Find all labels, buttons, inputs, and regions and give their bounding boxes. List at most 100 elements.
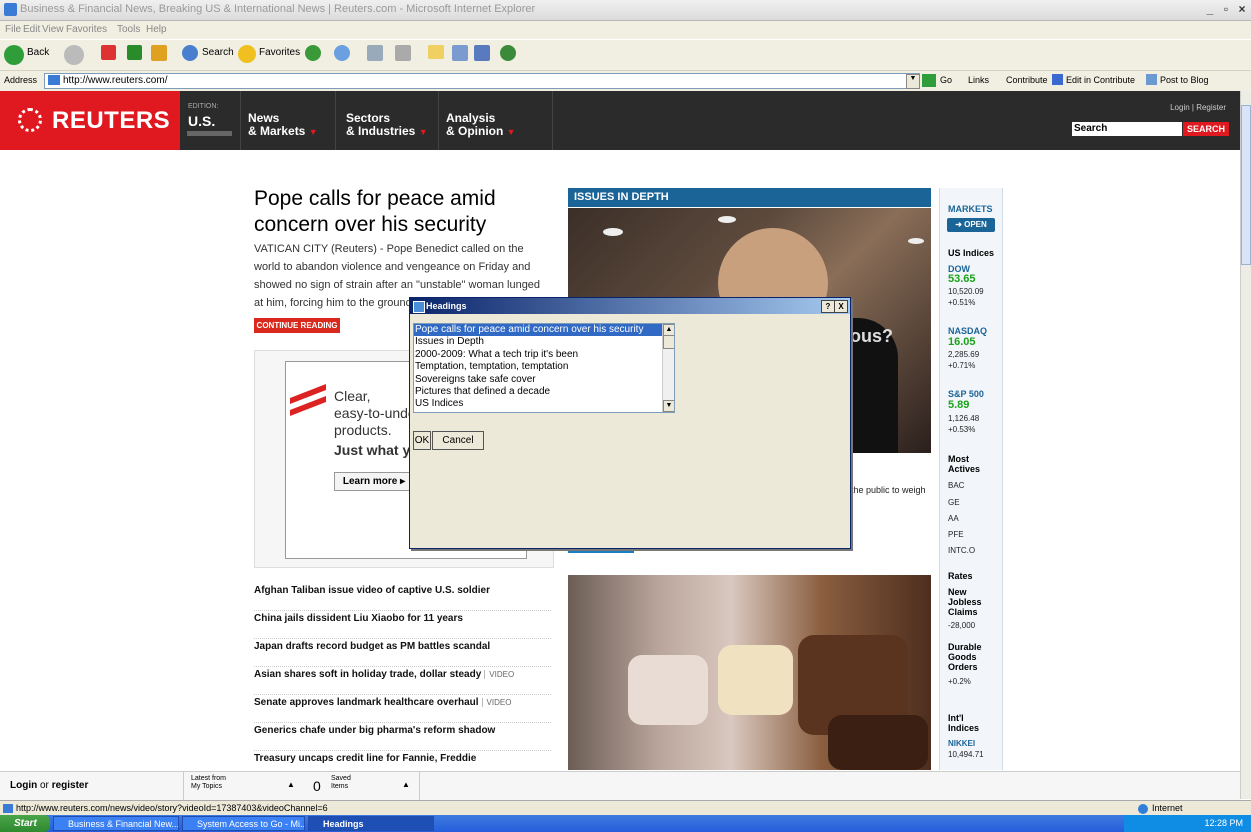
research-icon[interactable]: [474, 45, 490, 61]
print-icon[interactable]: [367, 45, 383, 61]
dialog-help-button[interactable]: ?: [821, 300, 835, 313]
refresh-icon[interactable]: [127, 45, 142, 60]
clock[interactable]: 12:28 PM: [1204, 818, 1243, 828]
footer-login-link[interactable]: Login: [10, 780, 37, 791]
active-ticker[interactable]: BAC: [948, 481, 964, 491]
home-icon[interactable]: [151, 45, 167, 61]
issues-in-depth-header[interactable]: ISSUES IN DEPTH: [568, 188, 931, 207]
active-ticker[interactable]: INTC.O: [948, 546, 975, 556]
edition-selector[interactable]: U.S.: [188, 113, 215, 129]
post-to-blog-button[interactable]: Post to Blog: [1160, 75, 1209, 85]
dialog-titlebar[interactable]: Headings ? X: [410, 298, 850, 314]
edit-icon[interactable]: [395, 45, 411, 61]
list-item[interactable]: US Indices: [414, 398, 674, 410]
list-item[interactable]: Afghan Taliban issue video of captive U.…: [254, 584, 551, 611]
video-tag[interactable]: VIDEO: [481, 698, 512, 707]
people-icon[interactable]: [500, 45, 516, 61]
menu-help[interactable]: Help: [146, 24, 167, 35]
back-icon[interactable]: [4, 45, 24, 65]
site-search-button[interactable]: SEARCH: [1183, 122, 1229, 136]
edition-dropdown[interactable]: [187, 131, 232, 136]
jobless-label[interactable]: New Jobless Claims: [948, 587, 988, 617]
scrollbar-thumb[interactable]: [663, 335, 674, 349]
task-button[interactable]: Headings: [308, 816, 434, 831]
nasdaq-link[interactable]: NASDAQ: [948, 326, 987, 336]
nav-analysis-opinion[interactable]: Analysis & Opinion ▼: [446, 112, 516, 139]
nikkei-link[interactable]: NIKKEI: [948, 739, 975, 749]
nav-news-markets[interactable]: News & Markets ▼: [248, 112, 318, 139]
list-item[interactable]: Issues in Depth: [414, 336, 674, 348]
menu-file[interactable]: File: [5, 24, 21, 35]
mail-icon[interactable]: [334, 45, 350, 61]
active-ticker[interactable]: AA: [948, 514, 959, 524]
list-item[interactable]: Japan drafts record budget as PM battles…: [254, 640, 551, 667]
login-link[interactable]: Login: [1170, 103, 1190, 112]
go-button[interactable]: Go: [940, 75, 952, 85]
headings-listbox[interactable]: Pope calls for peace amid concern over h…: [413, 323, 675, 413]
saved-expand-icon[interactable]: ▲: [402, 780, 410, 789]
stop-icon[interactable]: [101, 45, 116, 60]
lead-headline[interactable]: Pope calls for peace amid concern over h…: [254, 186, 554, 238]
messenger-icon[interactable]: [452, 45, 468, 61]
register-link[interactable]: Register: [1196, 103, 1226, 112]
list-item[interactable]: Senate approves landmark healthcare over…: [254, 696, 551, 723]
scroll-down-icon[interactable]: ▼: [663, 400, 674, 412]
menu-view[interactable]: View: [42, 24, 64, 35]
cancel-button[interactable]: Cancel: [432, 431, 484, 450]
site-search-input[interactable]: Search: [1072, 122, 1182, 136]
reuters-logo[interactable]: REUTERS: [0, 91, 180, 150]
list-item[interactable]: Generics chafe under big pharma's reform…: [254, 724, 551, 751]
list-item[interactable]: Temptation, temptation, temptation: [414, 361, 674, 373]
forward-icon[interactable]: [64, 45, 84, 65]
list-item[interactable]: Pope calls for peace amid concern over h…: [414, 324, 674, 337]
start-button[interactable]: Start: [0, 815, 50, 832]
maximize-button[interactable]: ▫: [1218, 2, 1234, 17]
video-tag[interactable]: VIDEO: [484, 670, 515, 679]
story-title: Asian shares soft in holiday trade, doll…: [254, 669, 482, 680]
list-item[interactable]: 2000-2009: What a tech trip it's been: [414, 349, 674, 361]
list-item[interactable]: China jails dissident Liu Xiaobo for 11 …: [254, 612, 551, 639]
active-ticker[interactable]: PFE: [948, 530, 964, 540]
menu-favorites[interactable]: Favorites: [66, 24, 107, 35]
list-item[interactable]: Sovereigns take safe cover: [414, 374, 674, 386]
menu-edit[interactable]: Edit: [23, 24, 40, 35]
task-button[interactable]: System Access to Go - Mi...: [182, 816, 305, 831]
favorites-star-icon[interactable]: [238, 45, 256, 63]
contribute-button[interactable]: Contribute: [1006, 75, 1048, 85]
scrollbar-thumb[interactable]: [1241, 105, 1251, 265]
task-button[interactable]: Business & Financial New...: [53, 816, 179, 831]
ok-button[interactable]: OK: [413, 431, 431, 450]
continue-reading-button[interactable]: CONTINUE READING: [254, 318, 340, 333]
dialog-close-button[interactable]: X: [834, 300, 848, 313]
footer-register-link[interactable]: register: [52, 780, 89, 791]
minimize-button[interactable]: _: [1202, 2, 1218, 17]
active-ticker[interactable]: GE: [948, 498, 960, 508]
learn-more-button[interactable]: Learn more ▸: [334, 472, 414, 491]
close-window-button[interactable]: ×: [1234, 2, 1250, 17]
listbox-scrollbar[interactable]: ▲ ▼: [662, 324, 674, 412]
go-icon[interactable]: [922, 74, 936, 87]
menu-tools[interactable]: Tools: [117, 24, 140, 35]
latest-topics[interactable]: Latest from My Topics: [191, 775, 226, 791]
latest-expand-icon[interactable]: ▲: [287, 780, 295, 789]
folder-icon[interactable]: [428, 45, 444, 59]
sp500-link[interactable]: S&P 500: [948, 389, 984, 399]
saved-items[interactable]: Saved Items: [331, 775, 351, 791]
page-scrollbar[interactable]: [1240, 91, 1251, 799]
nav-label: & Industries: [346, 124, 416, 138]
mooncake-photo[interactable]: [568, 575, 931, 770]
list-item[interactable]: Pictures that defined a decade: [414, 386, 674, 398]
address-input[interactable]: http://www.reuters.com/: [44, 73, 920, 89]
search-button[interactable]: Search: [202, 47, 234, 58]
list-item[interactable]: Asian shares soft in holiday trade, doll…: [254, 668, 551, 695]
search-icon[interactable]: [182, 45, 198, 61]
links-button[interactable]: Links: [968, 75, 989, 85]
favorites-button[interactable]: Favorites: [259, 47, 300, 58]
nav-sectors-industries[interactable]: Sectors & Industries ▼: [346, 112, 428, 139]
durable-label[interactable]: Durable Goods Orders: [948, 642, 988, 672]
back-button[interactable]: Back: [27, 47, 49, 58]
address-dropdown-icon[interactable]: ▼: [906, 74, 920, 89]
edit-in-contribute-button[interactable]: Edit in Contribute: [1066, 75, 1135, 85]
markets-title[interactable]: MARKETS: [948, 204, 993, 214]
history-icon[interactable]: [305, 45, 321, 61]
